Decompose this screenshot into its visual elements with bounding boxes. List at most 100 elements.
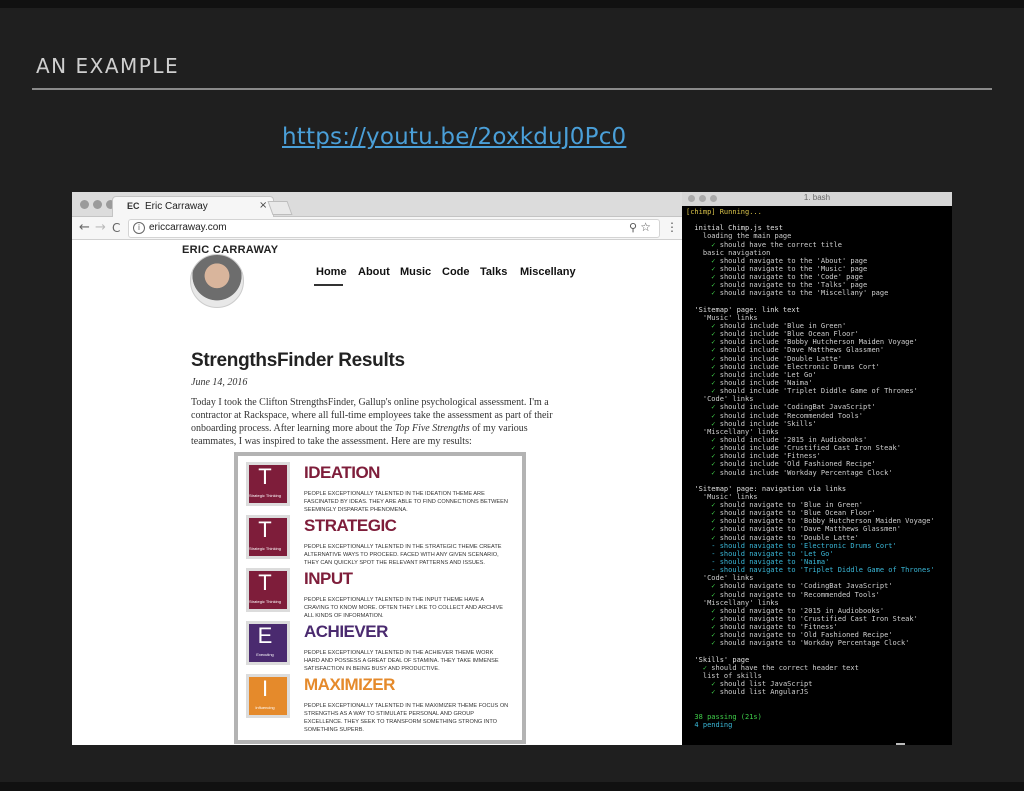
terminal-line: list of skills xyxy=(686,672,762,681)
video-link[interactable]: https://youtu.be/2oxkduJ0Pc0 xyxy=(282,124,626,150)
tab-close-icon[interactable]: × xyxy=(259,200,267,211)
terminal-line: ✓ should include 'Let Go' xyxy=(711,370,817,379)
terminal-line: - should navigate to 'Triplet Diddle Gam… xyxy=(686,566,935,575)
strength-category: Strategic Thinking xyxy=(249,599,281,604)
info-icon[interactable]: i xyxy=(133,222,145,234)
terminal-line: ✓ should include 'Blue Ocean Floor' xyxy=(711,330,859,339)
terminal-line: 'Miscellany' links xyxy=(686,427,779,436)
terminal-line: 'Code' links xyxy=(686,574,754,583)
terminal-line: ✓ should list JavaScript xyxy=(711,680,813,689)
strength-category: Executing xyxy=(256,652,274,657)
check-icon: ✓ xyxy=(711,680,716,689)
slide-title: AN EXAMPLE xyxy=(36,54,180,78)
terminal-line: ✓ should include 'Electronic Drums Cort' xyxy=(711,362,880,371)
terminal-line: 'Code' links xyxy=(686,395,754,404)
check-icon: ✓ xyxy=(702,663,708,672)
url-field[interactable]: i ericcarraway.com ⚲ ☆ xyxy=(128,219,660,238)
nav-home[interactable]: Home xyxy=(316,266,347,278)
check-icon: ✓ xyxy=(711,525,716,534)
check-icon: ✓ xyxy=(711,321,716,330)
browser-tab[interactable]: EC Eric Carraway × xyxy=(112,196,274,217)
terminal-line: - should navigate to 'Naima' xyxy=(686,558,830,567)
terminal-line: ✓ should include 'Triplet Diddle Game of… xyxy=(711,387,918,396)
terminal-line: ✓ should include 'Crustified Cast Iron S… xyxy=(711,444,901,453)
post-body-italic: Top Five Strengths xyxy=(394,423,470,434)
nav-code[interactable]: Code xyxy=(442,266,470,278)
terminal-cursor xyxy=(896,743,905,745)
window-close-dot[interactable] xyxy=(80,200,89,209)
terminal-line: ✓ should have the correct header text xyxy=(702,663,859,672)
terminal-line: 'Skills' page xyxy=(686,655,750,664)
check-icon: ✓ xyxy=(711,403,716,412)
terminal-title-bar: 1. bash xyxy=(682,192,952,206)
strength-letter: E xyxy=(257,623,273,648)
nav-about[interactable]: About xyxy=(358,266,390,278)
terminal-line: ✓ should include 'Bobby Hutcherson Maide… xyxy=(711,338,918,347)
terminal-output: [chimp] Running... initial Chimp.js test… xyxy=(686,208,952,729)
terminal-minimize-dot[interactable] xyxy=(699,195,706,202)
check-icon: ✓ xyxy=(711,533,716,542)
terminal-line: ✓ should navigate to 'Recommended Tools' xyxy=(711,590,880,599)
strength-letter: T xyxy=(258,570,272,595)
browser-tab-bar: EC Eric Carraway × xyxy=(72,192,682,217)
browser-menu-icon[interactable]: ⋮ xyxy=(666,221,678,233)
check-icon: ✓ xyxy=(711,387,716,396)
zoom-icon[interactable]: ⚲ xyxy=(629,221,637,234)
bookmark-star-icon[interactable]: ☆ xyxy=(640,220,651,234)
check-icon: ✓ xyxy=(711,354,716,363)
terminal-line: basic navigation xyxy=(686,248,771,257)
window-minimize-dot[interactable] xyxy=(93,200,102,209)
check-icon: ✓ xyxy=(711,582,716,591)
terminal-line: ✓ should list AngularJS xyxy=(711,688,809,697)
nav-miscellany[interactable]: Miscellany xyxy=(520,266,576,278)
terminal-close-dot[interactable] xyxy=(688,195,695,202)
terminal-line: 'Music' links xyxy=(686,313,758,322)
terminal-title: 1. bash xyxy=(803,193,831,202)
check-icon: ✓ xyxy=(711,631,716,640)
terminal-zoom-dot[interactable] xyxy=(710,195,717,202)
strengths-card: T Strategic Thinking IDEATION People exc… xyxy=(234,452,526,744)
terminal-line: ✓ should navigate to the 'Miscellany' pa… xyxy=(711,289,889,298)
forward-arrow-icon[interactable]: → xyxy=(95,221,106,235)
reload-icon[interactable]: C xyxy=(112,221,120,235)
check-icon: ✓ xyxy=(711,509,716,518)
check-icon: ✓ xyxy=(711,256,716,265)
strength-category: Strategic Thinking xyxy=(249,493,281,498)
terminal-line: ✓ should navigate to 'Blue in Green' xyxy=(711,501,864,510)
terminal-line: 'Sitemap' page: link text xyxy=(686,305,800,314)
check-icon: ✓ xyxy=(711,281,716,290)
terminal-line: ✓ should navigate to 'Dave Matthews Glas… xyxy=(711,525,901,534)
url-text: ericcarraway.com xyxy=(149,222,227,233)
nav-talks[interactable]: Talks xyxy=(480,266,507,278)
strength-category: Influencing xyxy=(255,705,275,710)
terminal-line: ✓ should navigate to 'Workday Percentage… xyxy=(711,639,910,648)
check-icon: ✓ xyxy=(711,517,716,526)
terminal-line: 'Miscellany' links xyxy=(686,598,779,607)
strength-description: People exceptionally talented in the Ach… xyxy=(304,650,499,672)
terminal-line: ✓ should navigate to 'Blue Ocean Floor' xyxy=(711,509,876,518)
strength-name: STRATEGIC xyxy=(304,516,397,535)
site-name[interactable]: ERIC CARRAWAY xyxy=(182,244,278,256)
strength-name: MAXIMIZER xyxy=(304,675,395,694)
back-arrow-icon[interactable]: ← xyxy=(79,221,90,235)
strength-name: INPUT xyxy=(304,569,353,588)
terminal-line: ✓ should include 'Dave Matthews Glassmen… xyxy=(711,346,885,355)
terminal-line: 'Sitemap' page: navigation via links xyxy=(686,484,847,493)
terminal-line: 38 passing (21s) xyxy=(686,712,762,721)
terminal-line: ✓ should include 'Fitness' xyxy=(711,452,821,461)
terminal-line: [chimp] Running... xyxy=(686,208,762,216)
nav-music[interactable]: Music xyxy=(400,266,431,278)
check-icon: ✓ xyxy=(711,378,716,387)
check-icon: ✓ xyxy=(711,240,716,249)
check-icon: ✓ xyxy=(711,460,716,469)
terminal-line: ✓ should navigate to 'Fitness' xyxy=(711,623,838,632)
new-tab-button[interactable] xyxy=(267,201,293,215)
terminal-line: ✓ should include 'Old Fashioned Recipe' xyxy=(711,460,876,469)
check-icon: ✓ xyxy=(711,623,716,632)
strength-category: Strategic Thinking xyxy=(249,546,281,551)
terminal-line: ✓ should navigate to 'Crustified Cast Ir… xyxy=(711,615,918,624)
